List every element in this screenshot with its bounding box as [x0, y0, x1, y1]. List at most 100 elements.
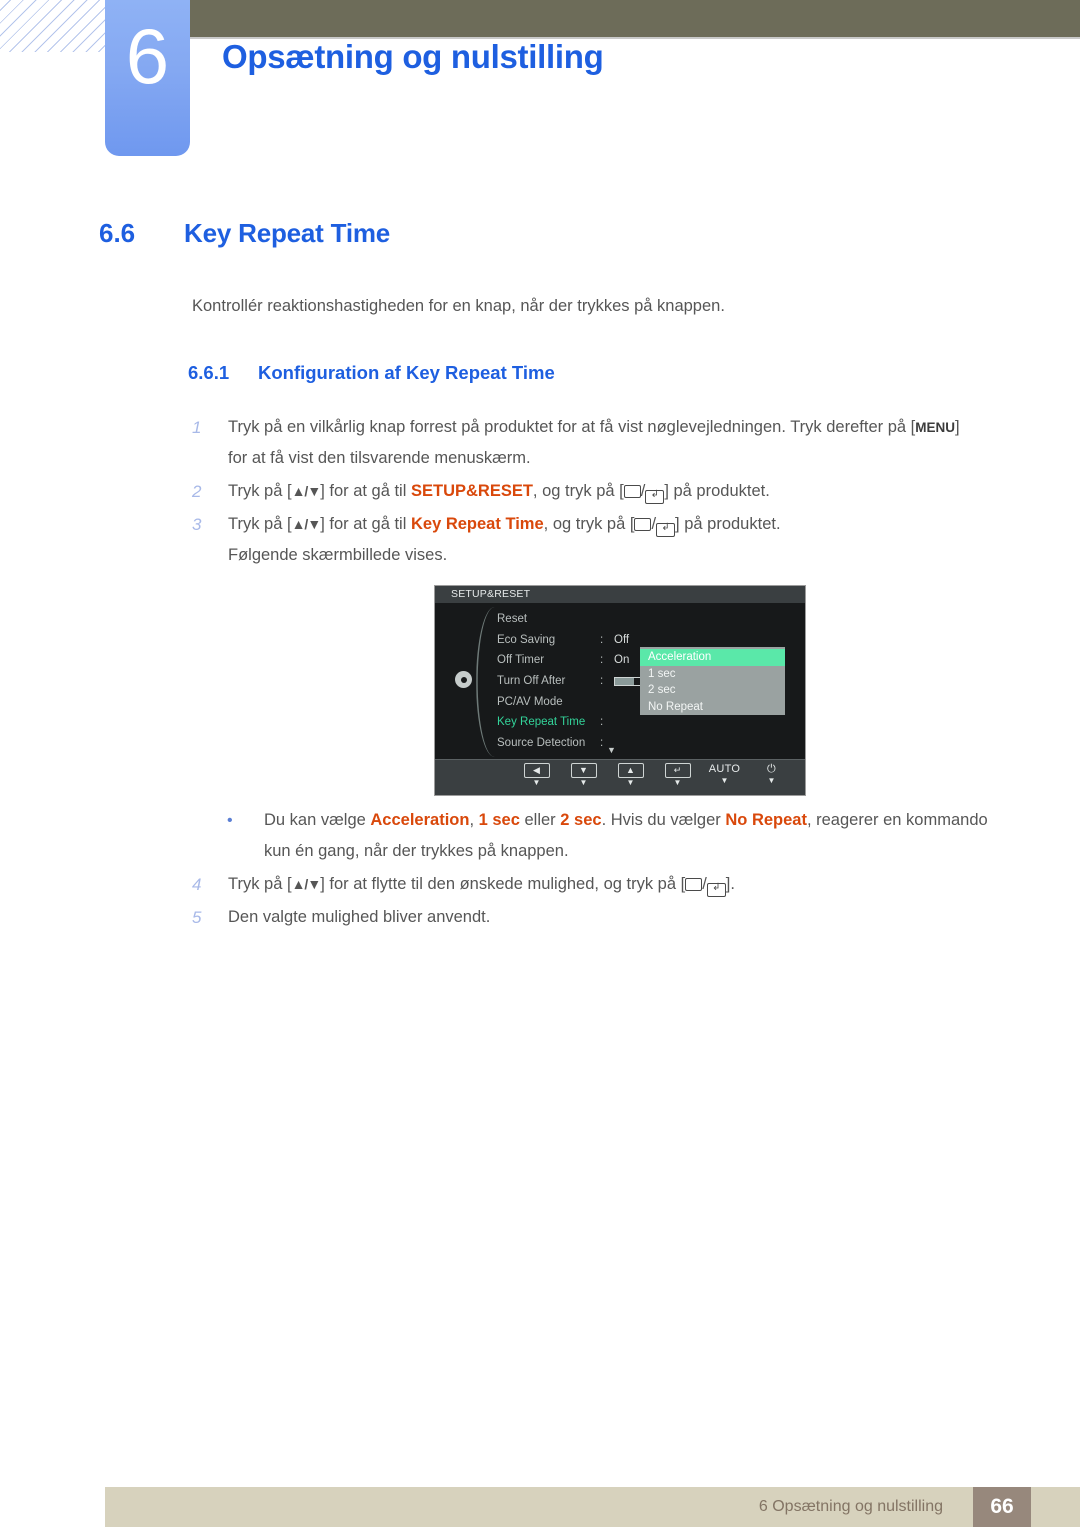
osd-menu-item-key-repeat-time[interactable]: Key Repeat Time :	[497, 712, 797, 733]
menu-key-label: MENU	[915, 420, 955, 435]
down-arrow-icon: ▼	[570, 763, 597, 778]
chapter-number: 6	[125, 12, 170, 100]
button-tick-icon: ▼	[720, 776, 729, 785]
chapter-number-block: 6	[105, 0, 190, 156]
source-key-icon	[634, 518, 652, 531]
step-text-line2: Følgende skærmbillede vises.	[228, 546, 448, 564]
subsection-number: 6.6.1	[188, 362, 230, 383]
osd-label: Turn Off After	[497, 675, 566, 688]
step-text-line2: for at få vist den tilsvarende menuskærm…	[228, 449, 531, 467]
highlight-term: Key Repeat Time	[410, 515, 544, 533]
step-text-mid: ] for at gå til	[320, 482, 411, 500]
section-title: Key Repeat Time	[184, 218, 391, 248]
list-item: 3 Tryk på [▲/▼] for at gå til Key Repeat…	[192, 509, 1022, 571]
updown-key-icon: ▲/▼	[291, 483, 322, 499]
osd-button-down[interactable]: ▼ ▼	[560, 763, 607, 788]
steps-list-continued: 4 Tryk på [▲/▼] for at flytte til den øn…	[192, 869, 1022, 935]
enter-key-icon: ↲	[645, 490, 665, 504]
step-text-post: , og tryk på [	[532, 482, 624, 500]
highlight-1-sec: 1 sec	[478, 811, 520, 829]
osd-value: On	[614, 654, 630, 667]
source-key-icon	[623, 485, 641, 498]
step-number: 3	[192, 515, 202, 534]
osd-colon: :	[600, 675, 604, 688]
osd-label: PC/AV Mode	[497, 695, 563, 708]
step-text: Tryk på [▲/▼] for at gå til Key Repeat T…	[228, 509, 781, 571]
bullet-icon: •	[227, 812, 233, 829]
osd-screenshot: SETUP&RESET Reset Eco Saving : Off Off T…	[434, 585, 806, 796]
button-tick-icon: ▼	[673, 778, 682, 787]
page-number: 66	[973, 1487, 1031, 1527]
button-tick-icon: ▼	[767, 776, 776, 785]
osd-colon: :	[600, 716, 604, 729]
dropdown-option-no-repeat[interactable]: No Repeat	[640, 699, 785, 716]
osd-button-up[interactable]: ▲ ▼	[607, 763, 654, 788]
list-item: 2 Tryk på [▲/▼] for at gå til SETUP&RESE…	[192, 476, 1022, 507]
power-icon: ⏻	[766, 763, 776, 775]
osd-label: Off Timer	[497, 654, 545, 667]
osd-colon: :	[600, 633, 604, 646]
list-item: 5 Den valgte mulighed bliver anvendt.	[192, 902, 1022, 933]
osd-label: Reset	[497, 613, 528, 626]
footer-label: 6 Opsætning og nulstilling	[758, 1498, 943, 1515]
osd-button-enter[interactable]: ↵ ▼	[654, 763, 701, 788]
step-text: Den valgte mulighed bliver anvendt.	[228, 908, 491, 926]
note-text-c: eller	[519, 811, 561, 829]
osd-value: Off	[614, 633, 630, 646]
header-olive-bar	[190, 0, 1080, 39]
osd-button-left[interactable]: ◀ ▼	[513, 763, 560, 788]
section-number: 6.6	[99, 218, 136, 248]
step-text-pre: Tryk på [	[228, 515, 292, 533]
list-item: 1 Tryk på en vilkårlig knap forrest på p…	[192, 412, 1022, 474]
gear-icon	[453, 669, 474, 690]
note-text-b: ,	[469, 811, 479, 829]
dropdown-option-2-sec[interactable]: 2 sec	[640, 682, 785, 699]
osd-title: SETUP&RESET	[435, 586, 805, 603]
osd-button-power[interactable]: ⏻ ▼	[748, 763, 795, 786]
step-text-b: ]	[954, 418, 960, 436]
list-item: 4 Tryk på [▲/▼] for at flytte til den øn…	[192, 869, 1022, 900]
step-text-pre: Tryk på [	[228, 482, 292, 500]
note-text-d: . Hvis du vælger	[601, 811, 726, 829]
osd-menu-item-reset[interactable]: Reset	[497, 609, 797, 630]
step-text: Tryk på [▲/▼] for at gå til SETUP&RESET,…	[228, 476, 770, 507]
step-number: 1	[192, 418, 202, 437]
step-text: Tryk på en vilkårlig knap forrest på pro…	[228, 412, 960, 474]
scroll-down-icon[interactable]: ▼	[607, 745, 616, 755]
step-text-post2: ] på produktet.	[664, 482, 770, 500]
step-text-post2: ] på produktet.	[675, 515, 781, 533]
step-text-post: , og tryk på [	[543, 515, 635, 533]
osd-colon: :	[600, 654, 604, 667]
auto-label: AUTO	[708, 763, 741, 775]
osd-menu-item-source-detection[interactable]: Source Detection :	[497, 733, 797, 754]
subsection-title: Konfiguration af Key Repeat Time	[258, 362, 555, 383]
subsection-heading: 6.6.1 Konfiguration af Key Repeat Time	[188, 362, 555, 384]
enter-key-icon: ↲	[656, 523, 676, 537]
dropdown-option-1-sec[interactable]: 1 sec	[640, 666, 785, 683]
dropdown-option-acceleration[interactable]: Acceleration	[640, 649, 785, 666]
note-bullet: • Du kan vælge Acceleration, 1 sec eller…	[227, 805, 1017, 867]
step-number: 2	[192, 482, 202, 501]
highlight-term: SETUP&RESET	[410, 482, 533, 500]
enter-icon: ↵	[664, 763, 691, 778]
up-arrow-icon: ▲	[617, 763, 644, 778]
key-repeat-time-dropdown[interactable]: Acceleration 1 sec 2 sec No Repeat	[640, 647, 785, 715]
section-intro: Kontrollér reaktionshastigheden for en k…	[192, 297, 725, 315]
step-number: 5	[192, 908, 202, 927]
step-text-a: Tryk på en vilkårlig knap forrest på pro…	[228, 418, 916, 436]
steps-list: 1 Tryk på en vilkårlig knap forrest på p…	[192, 412, 1022, 573]
footer-bar: 6 Opsætning og nulstilling 66	[105, 1487, 1080, 1527]
step-text-mid: ] for at flytte til den ønskede mulighed…	[320, 875, 686, 893]
step-text-post2: ].	[725, 875, 735, 893]
chapter-title: Opsætning og nulstilling	[222, 38, 604, 75]
step-number: 4	[192, 875, 202, 894]
hatch-decoration	[0, 0, 112, 52]
step-text-pre: Tryk på [	[228, 875, 292, 893]
left-arrow-icon: ◀	[523, 763, 550, 778]
highlight-2-sec: 2 sec	[560, 811, 602, 829]
updown-key-icon: ▲/▼	[291, 876, 322, 892]
button-tick-icon: ▼	[626, 778, 635, 787]
note-text: Du kan vælge Acceleration, 1 sec eller 2…	[264, 805, 1017, 867]
button-tick-icon: ▼	[532, 778, 541, 787]
osd-button-auto[interactable]: AUTO ▼	[701, 763, 748, 786]
